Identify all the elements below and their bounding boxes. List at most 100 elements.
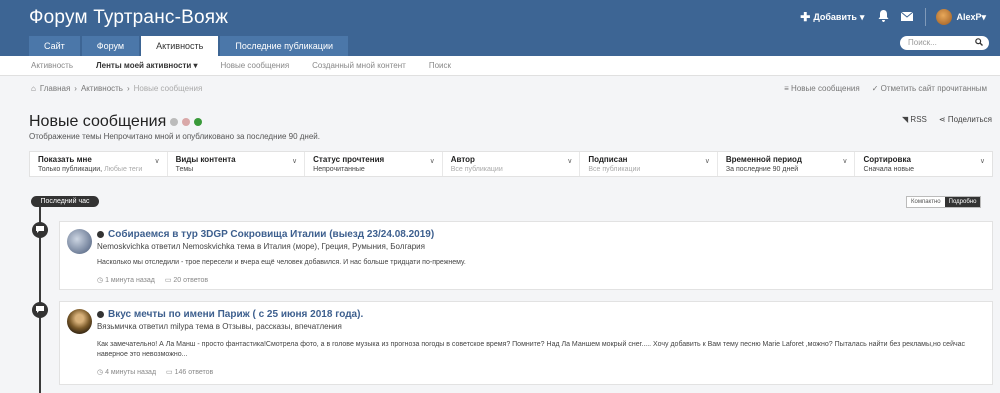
view-compact-button[interactable]: Компактно [907, 197, 945, 207]
search-placeholder: Поиск... [908, 38, 937, 47]
site-header: Форум Туртранс-Вояж ✚ Добавить ▾ AlexP ▾… [0, 0, 1000, 56]
share-link[interactable]: ⋖ Поделиться [939, 115, 992, 124]
search-icon[interactable] [975, 36, 983, 50]
post-time: ◷ 4 минуты назад [97, 369, 157, 376]
filter-label: Статус прочтения [313, 155, 385, 164]
post-stats: ◷ 4 минуты назад ▭ 146 ответов [97, 368, 213, 376]
chevron-down-icon: ∨ [704, 158, 710, 165]
page-subtitle: Отображение темы Непрочитано мной и опуб… [29, 132, 320, 141]
time-group-badge: Последний час [31, 196, 99, 207]
filter-sort[interactable]: Сортировка Сначала новые ∨ [855, 152, 992, 176]
filter-time-period[interactable]: Временной период За последние 90 дней ∨ [718, 152, 856, 176]
tab-forum[interactable]: Форум [81, 36, 140, 56]
list-icon: ≡ [784, 84, 789, 93]
status-icon [170, 118, 179, 126]
filter-followed[interactable]: Подписан Все публикации ∨ [580, 152, 718, 176]
comment-icon [32, 302, 48, 318]
chevron-down-icon: ∨ [292, 158, 298, 165]
chevron-down-icon: ∨ [429, 158, 435, 165]
new-posts-link-label: Новые сообщения [791, 84, 860, 93]
filter-read-status[interactable]: Статус прочтения Непрочитанные ∨ [305, 152, 443, 176]
new-posts-link[interactable]: ≡ Новые сообщения [784, 84, 860, 93]
plus-icon: ✚ [800, 10, 811, 24]
filter-label: Автор [450, 155, 475, 164]
bell-icon[interactable] [878, 10, 889, 24]
post-stats: ◷ 1 минута назад ▭ 20 ответов [97, 276, 208, 284]
filter-value: Только публикации, Любые теги [38, 166, 143, 173]
page-actions: ◥ RSS ⋖ Поделиться [902, 115, 992, 124]
rss-link[interactable]: ◥ RSS [902, 115, 927, 124]
divider [925, 8, 927, 26]
filter-content-type[interactable]: Виды контента Темы ∨ [168, 152, 306, 176]
page-title-row: Новые сообщения [29, 113, 203, 131]
unread-dot-icon [97, 311, 104, 318]
chevron-down-icon: ▾ [859, 11, 865, 22]
tab-activity[interactable]: Активность [141, 36, 219, 56]
filter-value: Темы [175, 166, 194, 173]
filter-author[interactable]: Автор Все публикации ∨ [443, 152, 581, 176]
rss-label: RSS [910, 115, 927, 124]
post-meta: Вязьмичка ответил milypa тема в Отзывы, … [97, 322, 342, 331]
chevron-down-icon: ∨ [979, 158, 986, 165]
search-input[interactable]: Поиск... [900, 36, 989, 50]
subnav-my-feeds[interactable]: Ленты моей активности ▾ [96, 61, 198, 70]
chevron-right-icon: › [126, 84, 130, 93]
view-detailed-button[interactable]: Подробно [944, 197, 981, 207]
comment-icon: ▭ [164, 277, 172, 284]
avatar[interactable] [67, 309, 92, 334]
user-avatar[interactable] [936, 9, 953, 25]
mark-site-read-label: Отметить сайт прочитанным [880, 84, 987, 93]
avatar[interactable] [67, 229, 92, 254]
site-title[interactable]: Форум Туртранс-Вояж [29, 7, 228, 29]
chevron-down-icon: ∨ [842, 158, 848, 165]
post-title: Вкус мечты по имени Париж ( с 25 июня 20… [108, 309, 364, 320]
check-circle-icon [194, 118, 203, 126]
post-excerpt: Насколько мы отследили - трое пересели и… [97, 259, 466, 266]
breadcrumb-current: Новые сообщения [133, 84, 203, 93]
filter-value: Все публикации [588, 166, 641, 173]
unread-dot-icon [97, 231, 104, 238]
tab-latest-posts[interactable]: Последние публикации [220, 36, 349, 56]
breadcrumb-activity[interactable]: Активность [81, 84, 123, 93]
chevron-down-icon: ▾ [981, 11, 986, 22]
add-button[interactable]: ✚ Добавить ▾ [800, 11, 864, 23]
chevron-down-icon: ∨ [154, 158, 160, 165]
breadcrumb: ⌂ Главная › Активность › Новые сообщения [31, 84, 202, 93]
username[interactable]: AlexP [956, 12, 981, 22]
post-replies: ▭ 146 ответов [166, 369, 214, 376]
mark-site-read-link[interactable]: ✓ Отметить сайт прочитанным [872, 84, 987, 93]
filter-bar: Показать мне Только публикации, Любые те… [29, 151, 993, 177]
subnav-new-posts[interactable]: Новые сообщения [221, 61, 290, 70]
clock-icon: ◷ [97, 369, 104, 376]
page-title: Новые сообщения [29, 113, 167, 130]
post-title-link[interactable]: Собираемся в тур 3DGP Сокровища Италии (… [97, 229, 434, 240]
user-bar: ✚ Добавить ▾ AlexP ▾ [800, 8, 986, 26]
post-excerpt: Как замечательно! А Ла Манш - просто фан… [97, 341, 966, 358]
rss-icon: ◥ [902, 115, 909, 124]
add-button-label: Добавить [813, 12, 857, 22]
breadcrumb-home[interactable]: Главная [40, 84, 70, 93]
subnav-activity[interactable]: Активность [31, 61, 73, 70]
main-nav: Сайт Форум Активность Последние публикац… [29, 36, 350, 56]
filter-label: Показать мне [38, 155, 92, 164]
tab-site[interactable]: Сайт [29, 36, 80, 56]
chevron-down-icon: ∨ [567, 158, 573, 165]
activity-subnav: Активность Ленты моей активности ▾ Новые… [0, 56, 1000, 76]
subnav-search[interactable]: Поиск [429, 61, 451, 70]
breadcrumb-actions: ≡ Новые сообщения ✓ Отметить сайт прочит… [784, 84, 987, 93]
filter-value: Все публикации [450, 166, 503, 173]
post-title: Собираемся в тур 3DGP Сокровища Италии (… [108, 229, 435, 240]
post-title-link[interactable]: Вкус мечты по имени Париж ( с 25 июня 20… [97, 309, 363, 320]
filter-label: Временной период [725, 155, 802, 164]
filter-show-me[interactable]: Показать мне Только публикации, Любые те… [30, 152, 168, 176]
post-meta: Nemoskvichka ответил Nemoskvichka тема в… [97, 242, 425, 251]
post-replies: ▭ 20 ответов [164, 277, 209, 284]
comment-icon [32, 222, 48, 238]
home-icon: ⌂ [31, 84, 36, 93]
filter-label: Сортировка [863, 155, 911, 164]
share-label: Поделиться [947, 115, 992, 124]
filter-label: Виды контента [175, 155, 236, 164]
activity-item: Собираемся в тур 3DGP Сокровища Италии (… [59, 221, 993, 290]
subnav-my-content[interactable]: Созданный мной контент [312, 61, 406, 70]
mail-icon[interactable] [901, 11, 914, 23]
